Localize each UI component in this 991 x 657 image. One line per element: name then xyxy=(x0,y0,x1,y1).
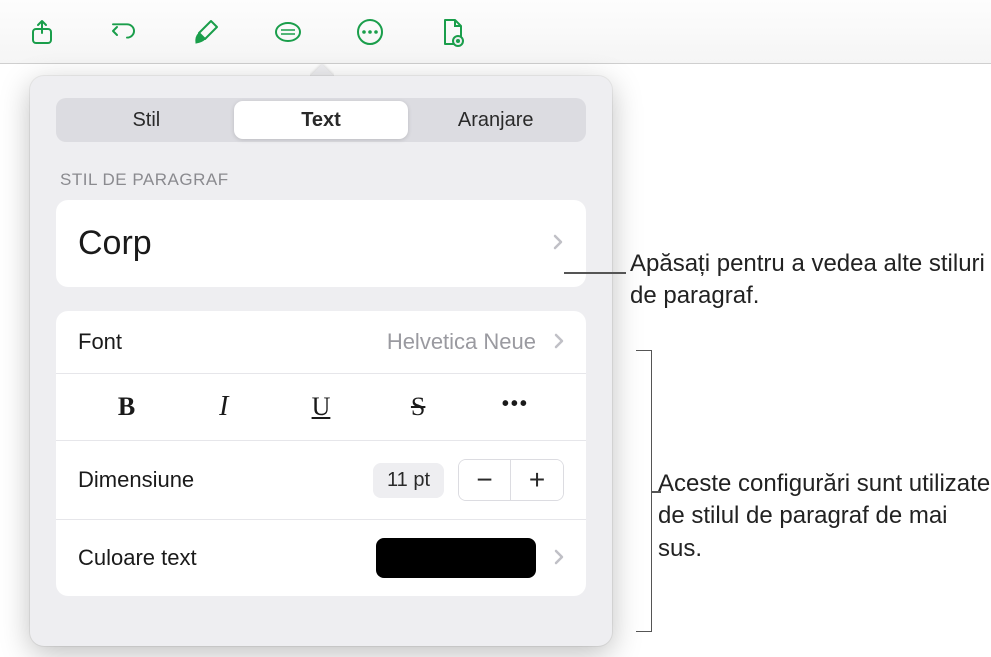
chevron-right-icon xyxy=(554,545,564,571)
toolbar xyxy=(0,0,991,64)
font-row[interactable]: Font Helvetica Neue xyxy=(56,311,586,374)
chevron-right-icon xyxy=(552,231,564,257)
color-swatch[interactable] xyxy=(376,538,536,578)
size-increase-button[interactable]: + xyxy=(511,460,563,500)
italic-button[interactable]: I xyxy=(200,388,248,426)
annotation-1: Apăsați pentru a vedea alte stiluri de p… xyxy=(630,248,991,313)
strikethrough-button[interactable]: S xyxy=(394,388,442,426)
paragraph-style-section-label: STIL DE PARAGRAF xyxy=(60,170,582,190)
size-decrease-button[interactable]: − xyxy=(459,460,511,500)
insert-icon xyxy=(273,17,303,47)
more-icon xyxy=(355,17,385,47)
format-popover: Stil Text Aranjare STIL DE PARAGRAF Corp… xyxy=(30,76,612,646)
size-label: Dimensiune xyxy=(78,467,194,493)
text-color-label: Culoare text xyxy=(78,545,197,571)
tab-text[interactable]: Text xyxy=(234,101,409,139)
annotation-2: Aceste configurări sunt utilizate de sti… xyxy=(658,468,991,565)
tab-segmented-control: Stil Text Aranjare xyxy=(56,98,586,142)
undo-button[interactable] xyxy=(102,10,146,54)
size-value[interactable]: 11 pt xyxy=(373,463,444,498)
undo-icon xyxy=(109,17,139,47)
annotation-leader-1 xyxy=(564,272,626,274)
insert-button[interactable] xyxy=(266,10,310,54)
text-color-row[interactable]: Culoare text xyxy=(56,520,586,596)
more-options-button[interactable]: ••• xyxy=(491,388,539,426)
chevron-right-icon xyxy=(554,329,564,355)
paragraph-style-row[interactable]: Corp xyxy=(56,200,586,287)
popover-arrow xyxy=(310,64,334,76)
paintbrush-icon xyxy=(191,17,221,47)
format-button[interactable] xyxy=(184,10,228,54)
bold-button[interactable]: B xyxy=(103,388,151,426)
font-value: Helvetica Neue xyxy=(387,329,536,355)
tab-aranjare[interactable]: Aranjare xyxy=(408,101,583,139)
share-button[interactable] xyxy=(20,10,64,54)
size-row: Dimensiune 11 pt − + xyxy=(56,441,586,520)
more-button[interactable] xyxy=(348,10,392,54)
underline-button[interactable]: U xyxy=(297,388,345,426)
tab-stil[interactable]: Stil xyxy=(59,101,234,139)
document-icon xyxy=(437,17,467,47)
annotation-bracket xyxy=(636,350,652,632)
text-style-row: B I U S ••• xyxy=(56,374,586,441)
paragraph-style-name: Corp xyxy=(78,224,152,263)
text-settings-card: Font Helvetica Neue B I U S ••• Dimensiu… xyxy=(56,311,586,596)
document-button[interactable] xyxy=(430,10,474,54)
size-stepper: − + xyxy=(458,459,564,501)
share-icon xyxy=(27,17,57,47)
font-label: Font xyxy=(78,329,122,355)
